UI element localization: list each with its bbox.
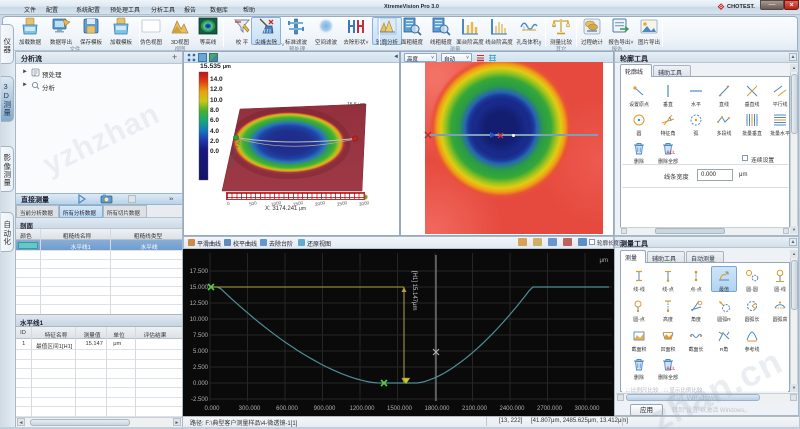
svg-text:3000.000: 3000.000 [574, 406, 600, 412]
svg-text:900.000: 900.000 [314, 406, 336, 412]
svg-text:1200.000: 1200.000 [349, 406, 375, 412]
svg-text:-2.500: -2.500 [191, 397, 209, 403]
svg-text:2400.000: 2400.000 [499, 406, 525, 412]
svg-text:2100.000: 2100.000 [462, 406, 488, 412]
svg-text:10.000: 10.000 [190, 317, 209, 323]
svg-text:0.000: 0.000 [193, 381, 209, 387]
svg-text:600.000: 600.000 [276, 406, 298, 412]
svg-text:ALL: ALL [667, 150, 676, 155]
svg-text:2700.000: 2700.000 [537, 406, 563, 412]
svg-text:[H1] 15.147μm: [H1] 15.147μm [411, 271, 417, 310]
svg-text:1800.000: 1800.000 [424, 406, 450, 412]
svg-text:12.500: 12.500 [190, 301, 209, 307]
svg-text:7.500: 7.500 [193, 333, 209, 339]
svg-text:15.000: 15.000 [190, 285, 209, 291]
svg-text:15.5 μm: 15.5 μm [347, 102, 365, 108]
svg-text:ALL: ALL [667, 366, 676, 371]
svg-text:300.000: 300.000 [239, 406, 261, 412]
svg-text:μm: μm [600, 258, 608, 264]
svg-text:1500.000: 1500.000 [387, 406, 413, 412]
svg-text:17.500: 17.500 [190, 269, 209, 275]
svg-text:2.500: 2.500 [193, 365, 209, 371]
svg-text:5.000: 5.000 [193, 349, 209, 355]
svg-text:0.000: 0.000 [204, 406, 220, 412]
